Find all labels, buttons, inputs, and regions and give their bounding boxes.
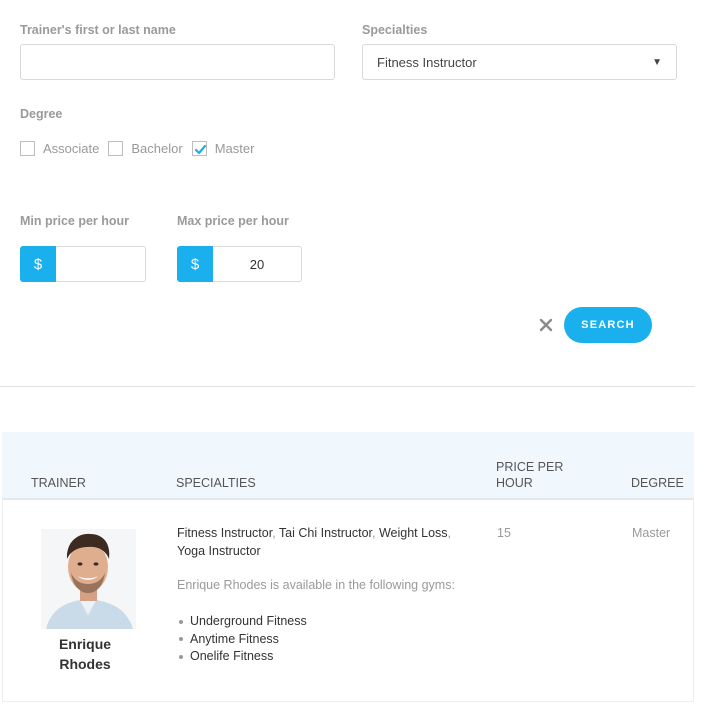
trainer-price: 15	[497, 526, 511, 540]
max-price-group: $	[177, 246, 302, 282]
trainer-last-name: Rhodes	[59, 656, 111, 672]
gym-name: Onelife Fitness	[190, 649, 274, 663]
gym-list-item[interactable]: Anytime Fitness	[179, 631, 307, 649]
dollar-icon: $	[20, 246, 56, 282]
specialties-select[interactable]: Fitness Instructor ▼	[362, 44, 677, 80]
column-header-specialties: SPECIALTIES	[176, 476, 256, 490]
column-header-degree: DEGREE	[631, 476, 684, 490]
section-divider	[0, 386, 695, 387]
column-header-price: PRICE PER HOUR	[496, 459, 563, 491]
max-price-input[interactable]	[213, 246, 302, 282]
degree-checkbox-group: Associate Bachelor Master	[20, 141, 263, 156]
gym-name: Anytime Fitness	[190, 631, 279, 646]
trainer-specialties: Fitness Instructor, Tai Chi Instructor, …	[177, 526, 452, 558]
search-button[interactable]: SEARCH	[564, 307, 652, 343]
specialties-selected-value: Fitness Instructor	[377, 54, 477, 70]
results-table: TRAINER SPECIALTIES PRICE PER HOUR DEGRE…	[2, 432, 694, 702]
gym-list-item[interactable]: Onelife Fitness	[179, 648, 307, 666]
specialty-link[interactable]: Yoga Instructor	[177, 544, 261, 558]
bullet-icon	[179, 637, 183, 642]
checkbox-label: Bachelor	[131, 141, 183, 156]
trainer-name-input[interactable]	[20, 44, 335, 80]
table-header: TRAINER SPECIALTIES PRICE PER HOUR DEGRE…	[2, 432, 694, 500]
degree-checkbox-bachelor[interactable]: Bachelor	[108, 141, 183, 156]
checkbox-label: Master	[214, 141, 255, 156]
degree-checkbox-associate[interactable]: Associate	[20, 141, 99, 156]
min-price-label: Min price per hour	[20, 214, 130, 228]
trainer-photo-image	[41, 529, 136, 629]
degree-label: Degree	[20, 107, 63, 121]
min-price-group: $	[20, 246, 146, 282]
specialty-link[interactable]: Tai Chi Instructor	[279, 526, 372, 540]
trainer-first-name: Enrique	[58, 636, 112, 652]
column-header-price-line2: HOUR	[496, 476, 533, 490]
gym-name: Underground Fitness	[190, 614, 307, 628]
checkbox-label: Associate	[43, 141, 100, 156]
checkmark-icon	[194, 144, 206, 155]
gym-availability-text: Enrique Rhodes is available in the follo…	[177, 578, 455, 592]
max-price-label: Max price per hour	[177, 214, 289, 228]
column-header-trainer: TRAINER	[31, 476, 86, 490]
gym-list: Underground Fitness Anytime Fitness Onel…	[179, 613, 307, 666]
min-price-input[interactable]	[56, 246, 146, 282]
trainer-name-label: Trainer's first or last name	[20, 23, 176, 37]
specialties-label: Specialties	[362, 23, 428, 37]
trainer-avatar[interactable]	[41, 529, 136, 629]
dollar-icon: $	[177, 246, 213, 282]
clear-filters-button[interactable]	[537, 316, 555, 334]
bullet-icon	[179, 654, 183, 659]
checkbox-unchecked[interactable]	[108, 141, 124, 156]
gym-list-item[interactable]: Underground Fitness	[179, 613, 307, 631]
specialty-link[interactable]: Weight Loss	[379, 526, 448, 540]
checkbox-unchecked[interactable]	[20, 141, 35, 156]
column-header-price-line1: PRICE PER	[496, 460, 564, 474]
trainer-degree: Master	[632, 526, 671, 540]
close-icon	[539, 318, 553, 332]
dropdown-arrow-icon: ▼	[652, 56, 662, 68]
trainer-name-link[interactable]: Enrique Rhodes	[33, 634, 137, 674]
checkbox-checked[interactable]	[191, 141, 207, 156]
bullet-icon	[179, 619, 183, 624]
specialty-link[interactable]: Fitness Instructor	[177, 526, 272, 540]
degree-checkbox-master[interactable]: Master	[191, 141, 255, 156]
